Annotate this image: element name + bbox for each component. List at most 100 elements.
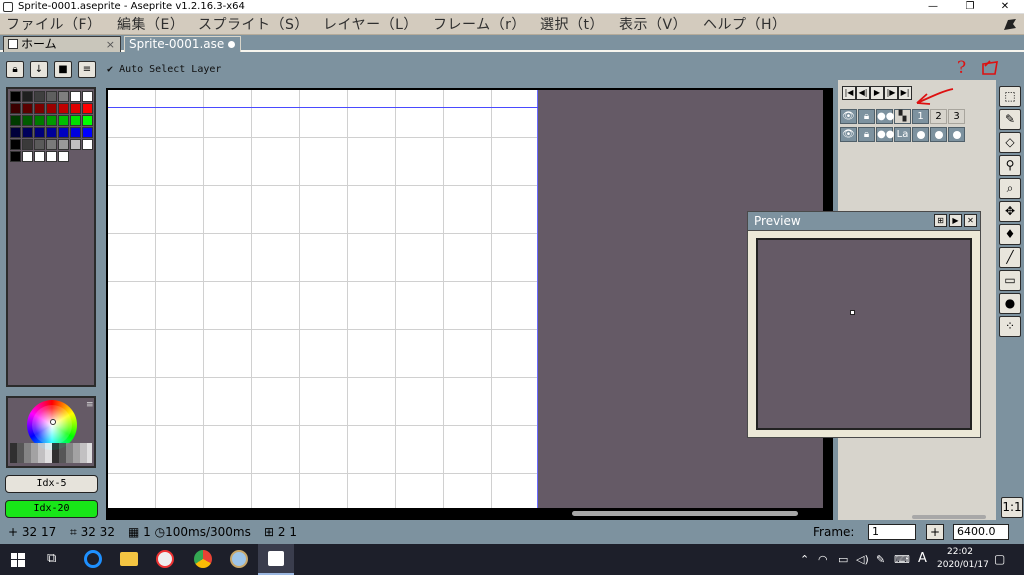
tab-sprite[interactable]: Sprite-0001.ase bbox=[124, 36, 241, 52]
chrome-icon[interactable] bbox=[194, 550, 212, 568]
wheel-menu-icon[interactable]: ≡ bbox=[86, 400, 94, 410]
palette-swatch[interactable] bbox=[22, 103, 33, 114]
palette-swatch[interactable] bbox=[22, 115, 33, 126]
marquee-tool-icon[interactable]: ⬚ bbox=[999, 86, 1021, 107]
fill-tool-icon[interactable]: ♦ bbox=[999, 224, 1021, 245]
palette-swatch[interactable] bbox=[34, 139, 45, 150]
foreground-color-button[interactable]: Idx-5 bbox=[5, 475, 98, 493]
clock-time[interactable]: 22:02 bbox=[947, 547, 973, 557]
preview-play-button[interactable]: ▶ bbox=[949, 214, 962, 227]
battery-icon[interactable]: ▭ bbox=[838, 553, 848, 566]
background-color-button[interactable]: Idx-20 bbox=[5, 500, 98, 518]
palette-swatch[interactable] bbox=[58, 139, 69, 150]
zoom-input[interactable]: 6400.0 bbox=[953, 524, 1009, 540]
palette-swatch[interactable] bbox=[70, 127, 81, 138]
keyboard-icon[interactable]: ⌨ bbox=[894, 553, 910, 566]
palette-swatch[interactable] bbox=[82, 115, 93, 126]
auto-select-layer-checkbox[interactable]: ✔ Auto Select Layer bbox=[107, 62, 221, 78]
layer-visibility-eye-icon[interactable]: 👁︎ bbox=[840, 127, 857, 142]
eraser-tool-icon[interactable]: ◇ bbox=[999, 132, 1021, 153]
color-wheel-cursor[interactable] bbox=[50, 419, 56, 425]
frame-button[interactable]: ■ bbox=[54, 61, 72, 78]
clock-date[interactable]: 2020/01/17 bbox=[937, 560, 989, 570]
preview-center-button[interactable]: ⊞ bbox=[934, 214, 947, 227]
palette-swatch[interactable] bbox=[82, 139, 93, 150]
menu-lines-button[interactable]: ≡ bbox=[78, 61, 96, 78]
palette-swatch[interactable] bbox=[34, 115, 45, 126]
continuous-icon[interactable]: ●● bbox=[876, 109, 894, 124]
palette-swatch[interactable] bbox=[46, 91, 57, 102]
rectangle-tool-icon[interactable]: ▭ bbox=[999, 270, 1021, 291]
menu-edit[interactable]: 編集（E） bbox=[117, 16, 184, 34]
palette-swatch[interactable] bbox=[82, 127, 93, 138]
palette-swatch[interactable] bbox=[10, 139, 21, 150]
palette-swatch[interactable] bbox=[58, 115, 69, 126]
palette-swatch[interactable] bbox=[58, 103, 69, 114]
palette-swatch[interactable] bbox=[70, 115, 81, 126]
palette-swatch[interactable] bbox=[58, 151, 69, 162]
visibility-eye-icon[interactable]: 👁︎ bbox=[840, 109, 857, 124]
file-explorer-icon[interactable] bbox=[120, 552, 138, 566]
play-button[interactable]: ▶ bbox=[870, 86, 884, 100]
tray-chevron-icon[interactable]: ⌃ bbox=[800, 553, 809, 566]
menu-sprite[interactable]: スプライト（S） bbox=[198, 16, 309, 34]
menu-view[interactable]: 表示（V） bbox=[619, 16, 687, 34]
add-frame-button[interactable]: + bbox=[926, 524, 944, 540]
palette-swatch[interactable] bbox=[22, 91, 33, 102]
down-arrow-button[interactable]: ↓ bbox=[30, 61, 48, 78]
app-mascot-icon[interactable] bbox=[156, 550, 174, 568]
frame-input[interactable]: 1 bbox=[868, 524, 916, 540]
cel-1[interactable] bbox=[912, 127, 929, 142]
palette-swatch[interactable] bbox=[70, 103, 81, 114]
wifi-icon[interactable]: ◠ bbox=[818, 553, 828, 566]
windows-start-icon[interactable] bbox=[11, 553, 25, 567]
task-view-icon[interactable]: ⧉ bbox=[47, 551, 56, 566]
paint-app-icon[interactable] bbox=[230, 550, 248, 568]
preview-close-button[interactable]: ✕ bbox=[964, 214, 977, 227]
sprite-canvas[interactable] bbox=[108, 90, 538, 508]
palette-swatch[interactable] bbox=[10, 91, 21, 102]
horizontal-scrollbar[interactable] bbox=[572, 511, 798, 516]
palette-swatch[interactable] bbox=[34, 103, 45, 114]
spray-tool-icon[interactable]: ⁘ bbox=[999, 316, 1021, 337]
move-tool-icon[interactable]: ✥ bbox=[999, 201, 1021, 222]
palette-swatch[interactable] bbox=[82, 91, 93, 102]
palette-swatch[interactable] bbox=[82, 103, 93, 114]
palette-swatch[interactable] bbox=[10, 103, 21, 114]
layer-name[interactable]: La bbox=[894, 127, 911, 142]
palette-swatch[interactable] bbox=[34, 151, 45, 162]
menu-help[interactable]: ヘルプ（H） bbox=[703, 16, 787, 34]
palette-swatch[interactable] bbox=[46, 127, 57, 138]
palette-swatch[interactable] bbox=[22, 127, 33, 138]
gray-ramp[interactable] bbox=[10, 443, 92, 463]
palette-swatch[interactable] bbox=[46, 103, 57, 114]
cel-2[interactable] bbox=[930, 127, 947, 142]
close-button[interactable]: ✕ bbox=[982, 0, 1024, 14]
palette-swatch[interactable] bbox=[22, 151, 33, 162]
preview-canvas[interactable] bbox=[754, 236, 974, 432]
tab-close-icon[interactable]: × bbox=[106, 37, 115, 52]
edge-browser-icon[interactable] bbox=[84, 550, 102, 568]
layer-lock-icon[interactable]: 🔒︎ bbox=[858, 127, 875, 142]
palette-swatch[interactable] bbox=[46, 115, 57, 126]
palette-swatch[interactable] bbox=[58, 127, 69, 138]
pen-icon[interactable]: ✎ bbox=[876, 553, 885, 566]
ime-indicator[interactable]: A bbox=[918, 551, 927, 566]
palette-swatch[interactable] bbox=[46, 139, 57, 150]
palette-swatch[interactable] bbox=[10, 151, 21, 162]
palette-swatch[interactable] bbox=[22, 139, 33, 150]
prev-frame-button[interactable]: ◀| bbox=[856, 86, 870, 100]
tab-home[interactable]: ホーム × bbox=[3, 36, 121, 52]
zoom-tool-icon[interactable]: ⌕ bbox=[999, 178, 1021, 199]
timeline-scrollbar[interactable] bbox=[912, 515, 986, 519]
palette-swatch[interactable] bbox=[70, 139, 81, 150]
eyedropper-tool-icon[interactable]: ⚲ bbox=[999, 155, 1021, 176]
lock-icon[interactable]: 🔒︎ bbox=[858, 109, 875, 124]
palette-swatch[interactable] bbox=[34, 91, 45, 102]
line-tool-icon[interactable]: ╱ bbox=[999, 247, 1021, 268]
menu-file[interactable]: ファイル（F） bbox=[6, 16, 102, 34]
notification-icon[interactable]: ▢ bbox=[994, 552, 1005, 566]
cel-3[interactable] bbox=[948, 127, 965, 142]
menu-layer[interactable]: レイヤー（L） bbox=[323, 16, 418, 34]
first-frame-button[interactable]: |◀ bbox=[842, 86, 856, 100]
